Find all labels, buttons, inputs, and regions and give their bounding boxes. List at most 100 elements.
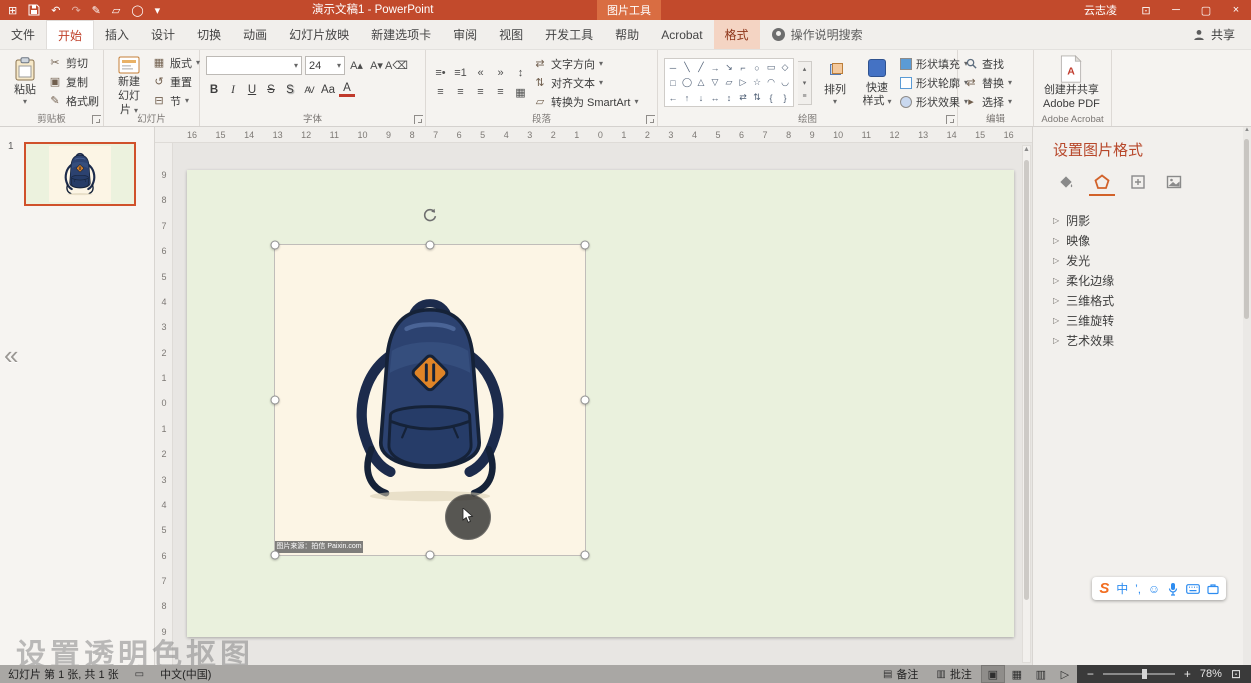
pane-scrollbar-thumb[interactable] bbox=[1244, 139, 1249, 319]
horizontal-ruler[interactable]: 16 15 14 13 12 11 10 9 8 7 6 5 4 3 2 1 0 1 2 3 4 5 6 7 8 9 10 11 12 1… bbox=[155, 127, 1032, 143]
size-properties-icon[interactable] bbox=[1125, 170, 1151, 196]
paragraph-dialog-launcher[interactable] bbox=[646, 115, 655, 124]
pen-icon[interactable]: ✎ bbox=[92, 4, 101, 17]
ribbon-display-options-icon[interactable]: ⊡ bbox=[1131, 0, 1161, 20]
drawing-dialog-launcher[interactable] bbox=[946, 115, 955, 124]
shape-icon[interactable]: ⇅ bbox=[750, 90, 764, 105]
quick-styles-button[interactable]: 快速 样式 ▾ bbox=[858, 54, 896, 111]
clipboard-dialog-launcher[interactable] bbox=[92, 115, 101, 124]
slideshow-view-icon[interactable]: ▷ bbox=[1053, 665, 1077, 683]
keyboard-icon[interactable] bbox=[1186, 584, 1200, 594]
shape-icon[interactable]: ↕ bbox=[722, 90, 736, 105]
pane-section[interactable]: ▷ 三维旋转 bbox=[1053, 310, 1243, 330]
ribbon-tab[interactable]: 帮助 bbox=[604, 20, 650, 49]
collapse-chevron-icon[interactable]: « bbox=[4, 340, 18, 371]
shape-icon[interactable]: ╲ bbox=[680, 60, 694, 75]
new-slide-button[interactable]: 新建 幻灯片 ▾ bbox=[110, 54, 148, 116]
shape-icon[interactable]: ▱ bbox=[722, 75, 736, 90]
tell-me-search[interactable]: 操作说明搜索 bbox=[760, 20, 875, 49]
minimize-button[interactable]: ─ bbox=[1161, 0, 1191, 20]
effects-pentagon-icon[interactable] bbox=[1089, 170, 1115, 196]
rotate-handle-icon[interactable] bbox=[422, 208, 438, 229]
resize-handle-bottom-right[interactable] bbox=[580, 550, 590, 560]
smartart-button[interactable]: ▱ 转换为 SmartArt ▾ bbox=[533, 94, 639, 110]
shape-icon[interactable]: ◡ bbox=[778, 75, 792, 90]
font-name-combo[interactable]: ▾ bbox=[206, 56, 302, 75]
zoom-slider[interactable] bbox=[1102, 669, 1175, 679]
mic-icon[interactable] bbox=[1167, 582, 1179, 596]
shape-icon[interactable]: □ bbox=[666, 75, 680, 90]
gallery-more-icon[interactable]: ≡ bbox=[798, 90, 811, 104]
scroll-up-icon[interactable]: ▲ bbox=[1023, 146, 1030, 158]
reset-button[interactable]: ↺ 重置 bbox=[152, 73, 200, 90]
slide-editing-area[interactable]: 图片来源：拍信 Paixin.com ▲ bbox=[173, 143, 1032, 665]
ribbon-tab[interactable]: 动画 bbox=[232, 20, 278, 49]
shape-icon[interactable]: △ bbox=[694, 75, 708, 90]
normal-view-icon[interactable]: ▣ bbox=[980, 665, 1005, 683]
paste-dropdown-icon[interactable]: ▾ bbox=[23, 97, 27, 106]
resize-handle-bottom-center[interactable] bbox=[425, 550, 435, 560]
pane-section[interactable]: ▷ 映像 bbox=[1053, 230, 1243, 250]
shape-icon[interactable]: ▽ bbox=[708, 75, 722, 90]
font-style-button[interactable]: Aa bbox=[320, 81, 336, 98]
select-button[interactable]: ▸ 选择 ▾ bbox=[964, 94, 1012, 110]
ribbon-tab[interactable]: 文件 bbox=[0, 20, 46, 49]
font-style-button[interactable]: U bbox=[244, 81, 260, 98]
align-right-icon[interactable]: ≡ bbox=[472, 84, 489, 100]
resize-handle-bottom-left[interactable] bbox=[270, 550, 280, 560]
zoom-out-icon[interactable]: − bbox=[1087, 667, 1094, 681]
shape-icon[interactable]: } bbox=[778, 90, 792, 105]
font-style-button[interactable]: A bbox=[339, 82, 355, 97]
resize-handle-middle-left[interactable] bbox=[270, 395, 280, 405]
justify-icon[interactable]: ≡ bbox=[492, 84, 509, 100]
shape-icon[interactable]: ─ bbox=[666, 60, 680, 75]
font-style-button[interactable]: B bbox=[206, 81, 222, 98]
gallery-up-icon[interactable]: ▴ bbox=[798, 62, 811, 76]
ribbon-tab[interactable]: 设计 bbox=[140, 20, 186, 49]
align-center-icon[interactable]: ≡ bbox=[452, 84, 469, 100]
arrange-button[interactable]: 排列 ▾ bbox=[816, 54, 854, 111]
maximize-button[interactable]: ▢ bbox=[1191, 0, 1221, 20]
scrollbar-thumb[interactable] bbox=[1024, 160, 1029, 600]
selected-picture[interactable]: 图片来源：拍信 Paixin.com bbox=[270, 245, 590, 560]
language-mode-icon[interactable]: 中 bbox=[1116, 580, 1128, 597]
grow-font-button[interactable]: A▴ bbox=[348, 57, 365, 74]
reading-view-icon[interactable]: ▥ bbox=[1029, 665, 1053, 683]
zoom-in-icon[interactable]: + bbox=[1184, 667, 1191, 681]
font-size-dropdown-icon[interactable]: ▾ bbox=[333, 61, 341, 70]
shape-icon[interactable]: ⇄ bbox=[736, 90, 750, 105]
ribbon-tab[interactable]: 切换 bbox=[186, 20, 232, 49]
shrink-font-button[interactable]: A▾ bbox=[368, 57, 385, 74]
align-left-icon[interactable]: ≡ bbox=[432, 84, 449, 100]
pane-scrollbar[interactable]: ▲ bbox=[1243, 127, 1251, 665]
ribbon-tab[interactable]: 视图 bbox=[488, 20, 534, 49]
pane-section[interactable]: ▷ 三维格式 bbox=[1053, 290, 1243, 310]
indent-increase-icon[interactable]: » bbox=[492, 65, 509, 81]
shape-icon[interactable]: ▭ bbox=[764, 60, 778, 75]
resize-handle-middle-right[interactable] bbox=[580, 395, 590, 405]
shape-icon[interactable]: ↔ bbox=[708, 90, 722, 105]
slide-indicator[interactable]: 幻灯片 第 1 张, 共 1 张 bbox=[8, 666, 119, 682]
indent-decrease-icon[interactable]: « bbox=[472, 65, 489, 81]
resize-handle-top-left[interactable] bbox=[270, 240, 280, 250]
ribbon-tab[interactable]: 开发工具 bbox=[534, 20, 604, 49]
resize-handle-top-right[interactable] bbox=[580, 240, 590, 250]
shape-icon[interactable]: ○ bbox=[750, 60, 764, 75]
slide-thumbnail[interactable] bbox=[24, 142, 136, 206]
gallery-down-icon[interactable]: ▾ bbox=[798, 76, 811, 90]
pane-section[interactable]: ▷ 柔化边缘 bbox=[1053, 270, 1243, 290]
shape-icon[interactable]: ⌐ bbox=[736, 60, 750, 75]
ribbon-tab[interactable]: 幻灯片放映 bbox=[278, 20, 360, 49]
toolbox-icon[interactable] bbox=[1207, 583, 1219, 595]
cut-button[interactable]: ✂ 剪切 bbox=[48, 54, 99, 71]
bullets-icon[interactable]: ≡• bbox=[432, 65, 449, 81]
shape-icon[interactable]: ◯ bbox=[680, 75, 694, 90]
ribbon-tab[interactable]: 新建选项卡 bbox=[360, 20, 442, 49]
clear-formatting-button[interactable]: A⌫ bbox=[385, 57, 408, 74]
backpack-image[interactable] bbox=[320, 255, 540, 545]
zoom-slider-thumb[interactable] bbox=[1142, 669, 1148, 679]
copy-button[interactable]: ▣ 复制 bbox=[48, 73, 99, 90]
ribbon-tab[interactable]: 开始 bbox=[46, 20, 95, 49]
paste-button[interactable]: 粘贴 ▾ bbox=[6, 54, 44, 111]
find-button[interactable]: 查找 bbox=[964, 56, 1012, 72]
